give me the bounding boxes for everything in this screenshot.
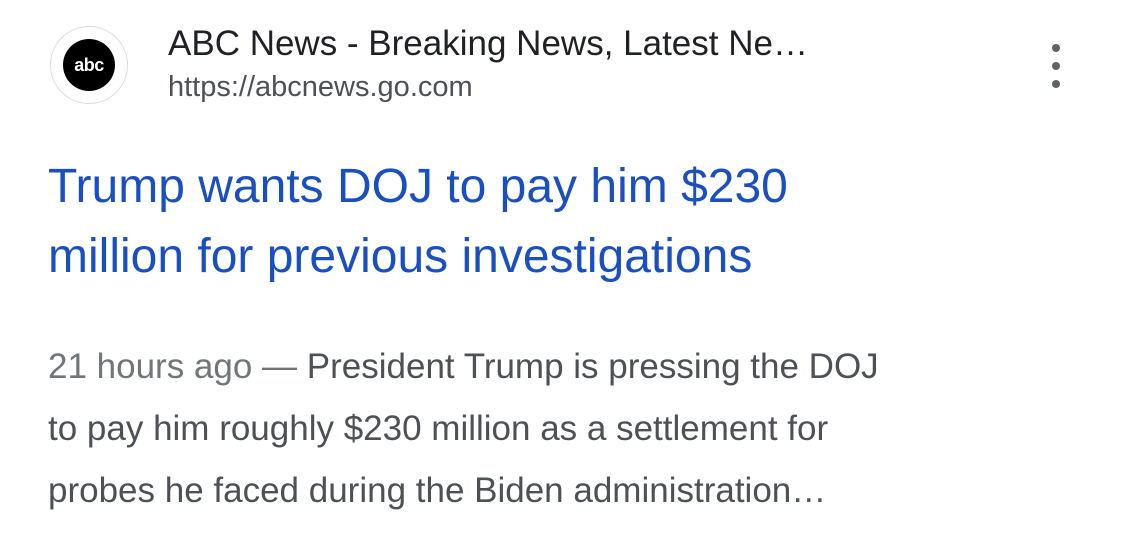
vertical-ellipsis-icon-dot (1052, 80, 1060, 88)
site-url[interactable]: https://abcnews.go.com (168, 70, 473, 104)
date-separator: — (252, 347, 307, 386)
snippet-line-1: President Trump is pressing the DOJ (306, 347, 879, 386)
snippet-line-2: to pay him roughly $230 million as a set… (48, 409, 829, 448)
vertical-ellipsis-icon (1052, 44, 1060, 52)
vertical-ellipsis-icon-dot (1052, 62, 1060, 70)
headline-line-1[interactable]: Trump wants DOJ to pay him $230 (48, 160, 788, 213)
more-options-button[interactable] (1036, 44, 1076, 96)
favicon-frame: abc (50, 26, 128, 104)
headline-line-2[interactable]: million for previous investigations (48, 230, 752, 283)
snippet-line-3: probes he faced during the Biden adminis… (48, 471, 827, 510)
result-date: 21 hours ago (48, 347, 253, 386)
abc-logo-icon: abc (63, 39, 115, 91)
result-snippet: 21 hours ago — President Trump is pressi… (48, 336, 1098, 522)
result-title-link[interactable]: Trump wants DOJ to pay him $230 million … (48, 152, 1088, 292)
site-name[interactable]: ABC News - Breaking News, Latest Ne… (168, 24, 808, 64)
search-result: abc ABC News - Breaking News, Latest Ne…… (0, 0, 1125, 536)
source-row[interactable]: abc ABC News - Breaking News, Latest Ne…… (48, 24, 1098, 108)
